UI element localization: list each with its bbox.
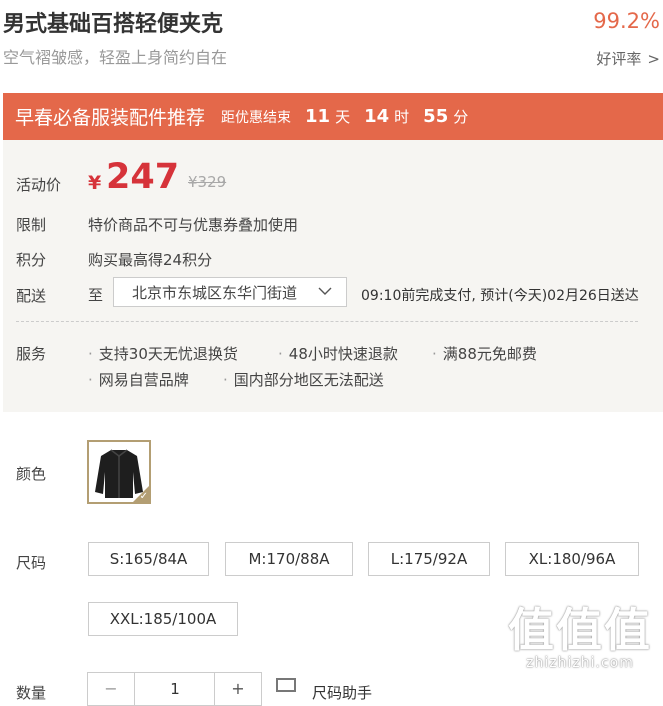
product-title: 男式基础百搭轻便夹克 <box>3 12 224 37</box>
address-value: 北京市东城区东华门街道 <box>132 283 298 302</box>
watermark: 值值值 zhizhizhi.com <box>505 605 655 671</box>
divider <box>16 321 638 322</box>
size-helper-link[interactable]: 尺码助手 <box>312 682 372 703</box>
quantity-input[interactable]: 1 <box>135 673 215 705</box>
watermark-url: zhizhizhi.com <box>526 655 634 671</box>
bullet-icon: · <box>432 345 437 363</box>
size-option-xxl[interactable]: XXL:185/100A <box>88 602 238 636</box>
points-text: 购买最高得24积分 <box>88 251 213 269</box>
limit-label: 限制 <box>16 216 47 234</box>
delivery-estimate: 09:10前完成支付, 预计(今天)02月26日送达 <box>361 288 639 304</box>
quantity-minus-button[interactable]: − <box>88 673 135 705</box>
check-icon: ✓ <box>139 491 148 502</box>
rating-link[interactable]: 好评率 > <box>596 48 660 69</box>
bullet-icon: · <box>88 345 93 363</box>
color-label: 颜色 <box>16 465 47 483</box>
watermark-logo: 值值值 <box>508 603 652 657</box>
rating-label: 好评率 <box>596 50 642 68</box>
size-option-s[interactable]: S:165/84A <box>88 542 209 576</box>
color-option-black[interactable]: ✓ <box>87 440 151 504</box>
service-item: · 满88元免邮费 <box>432 345 537 363</box>
chevron-right-icon: > <box>647 50 660 68</box>
delivery-label: 配送 <box>16 287 47 305</box>
address-select[interactable]: 北京市东城区东华门街道 <box>113 277 347 307</box>
size-option-l[interactable]: L:175/92A <box>368 542 490 576</box>
service-item: · 支持30天无忧退换货 <box>88 345 238 363</box>
countdown-hours-unit: 时 <box>394 108 410 126</box>
size-option-xl[interactable]: XL:180/96A <box>505 542 639 576</box>
quantity-plus-button[interactable]: + <box>214 673 261 705</box>
service-item: · 网易自营品牌 <box>88 371 189 389</box>
points-label: 积分 <box>16 251 47 269</box>
countdown-minutes-unit: 分 <box>453 108 469 126</box>
price-label: 活动价 <box>16 176 62 194</box>
rating-value: 99.2% <box>593 9 660 33</box>
bullet-icon: · <box>223 371 228 389</box>
current-price: 247 <box>106 157 180 197</box>
size-label: 尺码 <box>16 554 47 572</box>
promo-bar: 早春必备服装配件推荐 距优惠结束 11 天 14 时 55 分 <box>3 93 663 140</box>
service-item: · 国内部分地区无法配送 <box>223 371 384 389</box>
quantity-label: 数量 <box>16 684 47 702</box>
delivery-to: 至 <box>88 286 104 304</box>
size-option-m[interactable]: M:170/88A <box>225 542 353 576</box>
limit-text: 特价商品不可与优惠券叠加使用 <box>88 216 299 234</box>
countdown-hours: 14 <box>364 106 390 127</box>
countdown-minutes: 55 <box>423 106 449 127</box>
bullet-icon: · <box>88 371 93 389</box>
product-subtitle: 空气褶皱感，轻盈上身简约自在 <box>3 48 228 67</box>
original-price: ¥329 <box>188 173 227 191</box>
price-currency: ¥ <box>88 172 102 194</box>
service-item: · 48小时快速退款 <box>278 345 398 363</box>
chevron-down-icon <box>318 285 332 299</box>
countdown-days: 11 <box>305 106 331 127</box>
promo-title[interactable]: 早春必备服装配件推荐 <box>15 103 205 130</box>
quantity-stepper: − 1 + <box>87 672 262 706</box>
price-info-panel: 活动价 ¥ 247 ¥329 限制 特价商品不可与优惠券叠加使用 积分 购买最高… <box>3 140 663 412</box>
countdown-label: 距优惠结束 <box>221 109 292 126</box>
service-label: 服务 <box>16 345 47 363</box>
countdown-days-unit: 天 <box>335 108 351 126</box>
bullet-icon: · <box>278 345 283 363</box>
